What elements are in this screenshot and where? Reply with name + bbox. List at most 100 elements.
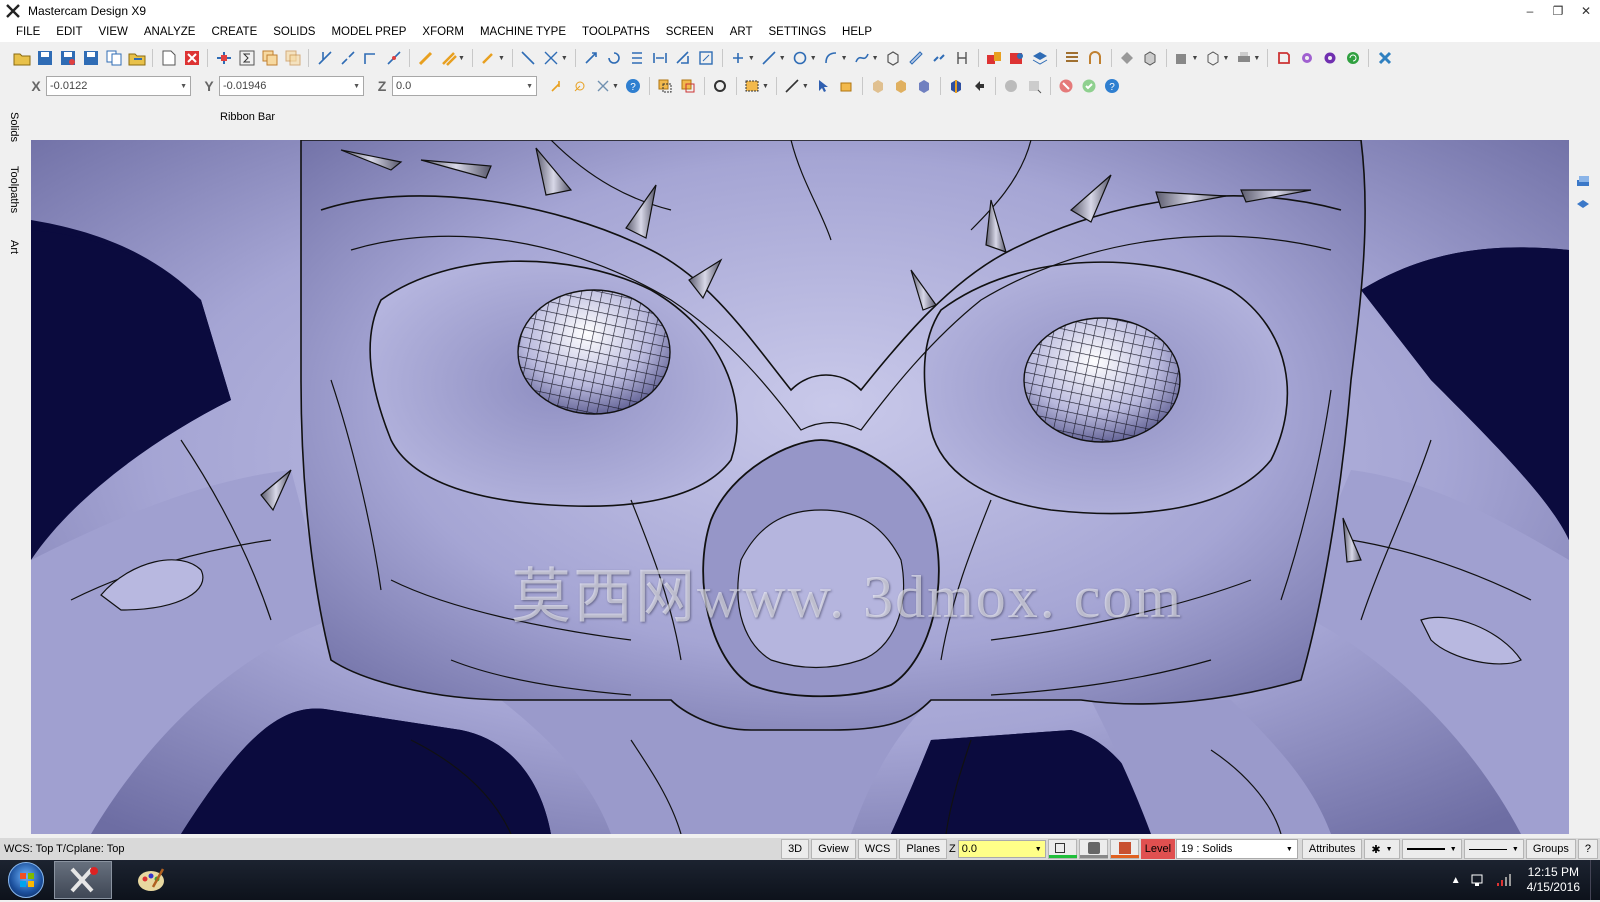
arch-icon[interactable]: [1085, 48, 1105, 68]
z-depth-field[interactable]: 0.0 ▼: [957, 840, 1046, 858]
solid-color-icon[interactable]: [1109, 839, 1139, 859]
line-endpoints-icon[interactable]: [518, 48, 538, 68]
pencil-icon[interactable]: [416, 48, 436, 68]
join-icon[interactable]: [384, 48, 404, 68]
spline-icon[interactable]: [852, 48, 872, 68]
restore-button[interactable]: ❐: [1544, 0, 1572, 22]
offset-icon[interactable]: [627, 48, 647, 68]
copy-icon[interactable]: [104, 48, 124, 68]
ok-icon[interactable]: [1079, 76, 1099, 96]
refresh-green-icon[interactable]: [1343, 48, 1363, 68]
extend-icon[interactable]: [361, 48, 381, 68]
attributes-button[interactable]: Attributes: [1301, 839, 1363, 859]
x-coordinate-field[interactable]: -0.0122 ▼: [46, 76, 191, 96]
shading-icon[interactable]: [1172, 48, 1192, 68]
new-file-icon[interactable]: [159, 48, 179, 68]
taskbar-mastercam[interactable]: [54, 861, 112, 899]
layers-icon[interactable]: [1575, 174, 1591, 193]
bracket-icon[interactable]: [952, 48, 972, 68]
menu-create[interactable]: CREATE: [203, 26, 265, 38]
tab-toolpaths[interactable]: Toolpaths: [8, 166, 20, 213]
color-icon[interactable]: [1047, 839, 1077, 859]
menu-settings[interactable]: SETTINGS: [761, 26, 835, 38]
printer-icon[interactable]: [1234, 48, 1254, 68]
cycle-icon[interactable]: [710, 76, 730, 96]
merge-icon[interactable]: [127, 48, 147, 68]
solid-body-icon[interactable]: [891, 76, 911, 96]
circle-icon[interactable]: [790, 48, 810, 68]
solid-layers-icon[interactable]: [1030, 48, 1050, 68]
solid-face-icon[interactable]: [868, 76, 888, 96]
menu-analyze[interactable]: ANALYZE: [136, 26, 204, 38]
menu-help[interactable]: HELP: [834, 26, 880, 38]
menu-model-prep[interactable]: MODEL PREP: [323, 26, 414, 38]
solid-feature-icon[interactable]: [914, 76, 934, 96]
help-circle-icon[interactable]: ?: [623, 76, 643, 96]
menu-art[interactable]: ART: [722, 26, 761, 38]
save-icon[interactable]: [35, 48, 55, 68]
box-icon[interactable]: [883, 48, 903, 68]
chevron-down-icon[interactable]: ▼: [180, 83, 187, 90]
gear-purple-icon[interactable]: [1297, 48, 1317, 68]
point-icon[interactable]: [728, 48, 748, 68]
select-all-icon[interactable]: [655, 76, 675, 96]
signal-icon[interactable]: [1495, 872, 1513, 888]
disabled-select-icon[interactable]: [1001, 76, 1021, 96]
3d-button[interactable]: 3D: [781, 839, 810, 859]
chevron-down-icon[interactable]: ▼: [1286, 846, 1293, 853]
tray-expand-icon[interactable]: ▲: [1451, 875, 1461, 886]
tab-art[interactable]: Art: [8, 240, 20, 254]
project-icon[interactable]: [673, 48, 693, 68]
relative-point-icon[interactable]: [570, 76, 590, 96]
level-select[interactable]: 19 : Solids ▼: [1176, 839, 1298, 859]
point-style-button[interactable]: ✱ ▼: [1364, 839, 1400, 859]
pointer-icon[interactable]: [813, 76, 833, 96]
graphics-viewport[interactable]: 莫西网www. 3dmox. com: [31, 140, 1569, 834]
tab-solids[interactable]: Solids: [8, 112, 20, 142]
help-icon[interactable]: ?: [1102, 76, 1122, 96]
menu-machine-type[interactable]: MACHINE TYPE: [472, 26, 574, 38]
solid-revolve-icon[interactable]: [1007, 48, 1027, 68]
lines-icon[interactable]: [1062, 48, 1082, 68]
open-icon[interactable]: [12, 48, 32, 68]
scale-icon[interactable]: [696, 48, 716, 68]
stretch-icon[interactable]: [650, 48, 670, 68]
menu-screen[interactable]: SCREEN: [658, 26, 722, 38]
planes-button[interactable]: Planes: [899, 839, 947, 859]
addin-icon[interactable]: [1375, 48, 1395, 68]
menu-file[interactable]: FILE: [8, 26, 48, 38]
save-as-icon[interactable]: [81, 48, 101, 68]
autocursor-icon[interactable]: [593, 76, 613, 96]
brush-icon[interactable]: [478, 48, 498, 68]
break-icon[interactable]: [338, 48, 358, 68]
line-width-select[interactable]: ▼: [1463, 839, 1524, 859]
level-button[interactable]: Level: [1140, 839, 1176, 859]
art-icon[interactable]: [1274, 48, 1294, 68]
chain-icon[interactable]: [929, 48, 949, 68]
gear-violet-icon[interactable]: [1320, 48, 1340, 68]
sigma-icon[interactable]: [237, 48, 257, 68]
chain-select-icon[interactable]: [782, 76, 802, 96]
y-coordinate-field[interactable]: -0.01946 ▼: [219, 76, 364, 96]
rotate-xform-icon[interactable]: [604, 48, 624, 68]
line-style-select[interactable]: ▼: [1401, 839, 1462, 859]
wireframe-icon[interactable]: [1203, 48, 1223, 68]
groups-button[interactable]: Groups: [1525, 839, 1576, 859]
entity-select-icon[interactable]: [836, 76, 856, 96]
help-button[interactable]: ?: [1577, 839, 1599, 859]
chevron-down-icon[interactable]: ▼: [1035, 846, 1042, 853]
layer-copy-icon[interactable]: [260, 48, 280, 68]
start-button[interactable]: [8, 862, 44, 898]
taskbar-paint[interactable]: [122, 861, 180, 899]
menu-toolpaths[interactable]: TOOLPATHS: [574, 26, 658, 38]
network-icon[interactable]: [1469, 872, 1485, 888]
close-button[interactable]: ✕: [1572, 0, 1600, 22]
analyze-position-icon[interactable]: [214, 48, 234, 68]
show-desktop-button[interactable]: [1590, 860, 1600, 900]
unselect-icon[interactable]: [1024, 76, 1044, 96]
ruler-icon[interactable]: [906, 48, 926, 68]
arc-icon[interactable]: [821, 48, 841, 68]
line-icon[interactable]: [759, 48, 779, 68]
solid-extrude-icon[interactable]: [984, 48, 1004, 68]
delete-icon[interactable]: [182, 48, 202, 68]
